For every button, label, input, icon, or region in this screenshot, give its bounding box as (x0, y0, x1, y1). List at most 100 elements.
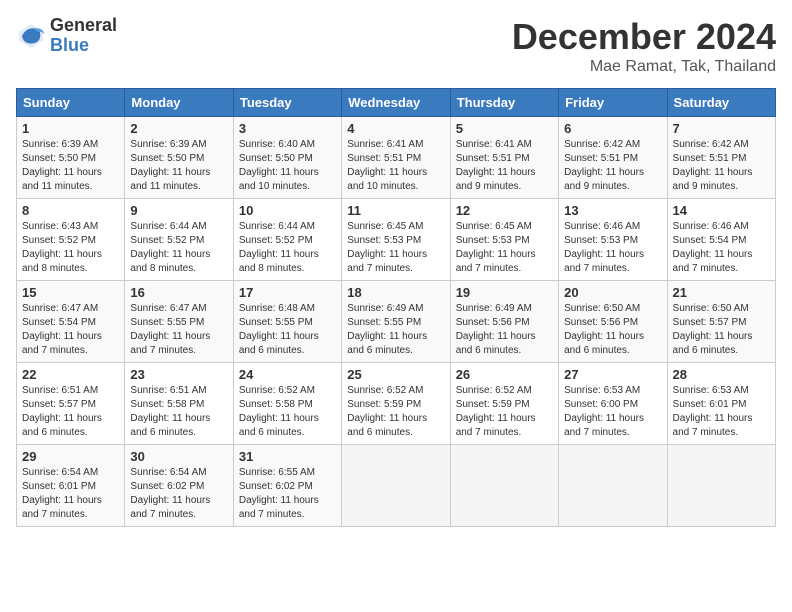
day-info: Sunrise: 6:39 AMSunset: 5:50 PMDaylight:… (130, 139, 210, 192)
day-header-friday: Friday (559, 89, 667, 117)
calendar-cell: 6 Sunrise: 6:42 AMSunset: 5:51 PMDaylight… (559, 117, 667, 199)
day-info: Sunrise: 6:54 AMSunset: 6:01 PMDaylight:… (22, 467, 102, 520)
day-number: 8 (22, 203, 119, 218)
calendar-cell: 29 Sunrise: 6:54 AMSunset: 6:01 PMDayligh… (17, 445, 125, 527)
calendar-header-row: SundayMondayTuesdayWednesdayThursdayFrid… (17, 89, 776, 117)
calendar-cell: 14 Sunrise: 6:46 AMSunset: 5:54 PMDayligh… (667, 199, 775, 281)
day-number: 21 (673, 285, 770, 300)
day-number: 30 (130, 449, 227, 464)
calendar-week-1: 1 Sunrise: 6:39 AMSunset: 5:50 PMDaylight… (17, 117, 776, 199)
day-info: Sunrise: 6:42 AMSunset: 5:51 PMDaylight:… (564, 139, 644, 192)
day-info: Sunrise: 6:46 AMSunset: 5:53 PMDaylight:… (564, 221, 644, 274)
calendar-cell: 18Sunrise: 6:49 AMSunset: 5:55 PMDayligh… (342, 281, 450, 363)
day-number: 5 (456, 121, 553, 136)
logo: General Blue (16, 16, 117, 56)
day-number: 17 (239, 285, 336, 300)
day-number: 25 (347, 367, 444, 382)
calendar-cell: 8Sunrise: 6:43 AMSunset: 5:52 PMDaylight… (17, 199, 125, 281)
calendar-week-2: 8Sunrise: 6:43 AMSunset: 5:52 PMDaylight… (17, 199, 776, 281)
day-info: Sunrise: 6:52 AMSunset: 5:58 PMDaylight:… (239, 385, 319, 438)
day-number: 31 (239, 449, 336, 464)
calendar-cell: 31Sunrise: 6:55 AMSunset: 6:02 PMDayligh… (233, 445, 341, 527)
day-number: 29 (22, 449, 119, 464)
day-number: 18 (347, 285, 444, 300)
day-header-saturday: Saturday (667, 89, 775, 117)
calendar-cell: 20 Sunrise: 6:50 AMSunset: 5:56 PMDayligh… (559, 281, 667, 363)
day-info: Sunrise: 6:47 AMSunset: 5:54 PMDaylight:… (22, 303, 102, 356)
day-number: 16 (130, 285, 227, 300)
day-info: Sunrise: 6:52 AMSunset: 5:59 PMDaylight:… (456, 385, 536, 438)
logo-text: General Blue (50, 16, 117, 56)
day-number: 26 (456, 367, 553, 382)
calendar-cell: 19Sunrise: 6:49 AMSunset: 5:56 PMDayligh… (450, 281, 558, 363)
day-number: 1 (22, 121, 119, 136)
calendar-cell: 28 Sunrise: 6:53 AMSunset: 6:01 PMDayligh… (667, 363, 775, 445)
calendar-week-3: 15 Sunrise: 6:47 AMSunset: 5:54 PMDayligh… (17, 281, 776, 363)
calendar-cell: 4 Sunrise: 6:41 AMSunset: 5:51 PMDaylight… (342, 117, 450, 199)
day-number: 11 (347, 203, 444, 218)
calendar-cell (342, 445, 450, 527)
day-info: Sunrise: 6:52 AMSunset: 5:59 PMDaylight:… (347, 385, 427, 438)
day-header-wednesday: Wednesday (342, 89, 450, 117)
calendar-cell: 22 Sunrise: 6:51 AMSunset: 5:57 PMDayligh… (17, 363, 125, 445)
day-number: 7 (673, 121, 770, 136)
calendar-cell: 2 Sunrise: 6:39 AMSunset: 5:50 PMDaylight… (125, 117, 233, 199)
calendar-cell: 30Sunrise: 6:54 AMSunset: 6:02 PMDayligh… (125, 445, 233, 527)
day-info: Sunrise: 6:51 AMSunset: 5:58 PMDaylight:… (130, 385, 210, 438)
calendar-cell (559, 445, 667, 527)
location-title: Mae Ramat, Tak, Thailand (512, 58, 776, 76)
calendar-cell: 25 Sunrise: 6:52 AMSunset: 5:59 PMDayligh… (342, 363, 450, 445)
logo-blue: Blue (50, 36, 117, 56)
calendar-cell: 16 Sunrise: 6:47 AMSunset: 5:55 PMDayligh… (125, 281, 233, 363)
calendar-cell: 11 Sunrise: 6:45 AMSunset: 5:53 PMDayligh… (342, 199, 450, 281)
day-number: 9 (130, 203, 227, 218)
logo-general: General (50, 16, 117, 36)
page-header: General Blue December 2024 Mae Ramat, Ta… (16, 16, 776, 76)
day-number: 24 (239, 367, 336, 382)
day-number: 27 (564, 367, 661, 382)
day-number: 2 (130, 121, 227, 136)
logo-icon (16, 21, 46, 51)
day-info: Sunrise: 6:51 AMSunset: 5:57 PMDaylight:… (22, 385, 102, 438)
day-info: Sunrise: 6:39 AMSunset: 5:50 PMDaylight:… (22, 139, 102, 192)
day-info: Sunrise: 6:53 AMSunset: 6:00 PMDaylight:… (564, 385, 644, 438)
day-info: Sunrise: 6:44 AMSunset: 5:52 PMDaylight:… (130, 221, 210, 274)
day-number: 4 (347, 121, 444, 136)
calendar-cell: 26 Sunrise: 6:52 AMSunset: 5:59 PMDayligh… (450, 363, 558, 445)
day-header-tuesday: Tuesday (233, 89, 341, 117)
calendar-cell: 27 Sunrise: 6:53 AMSunset: 6:00 PMDayligh… (559, 363, 667, 445)
day-info: Sunrise: 6:45 AMSunset: 5:53 PMDaylight:… (456, 221, 536, 274)
day-info: Sunrise: 6:49 AMSunset: 5:56 PMDaylight:… (456, 303, 536, 356)
calendar-cell: 21Sunrise: 6:50 AMSunset: 5:57 PMDayligh… (667, 281, 775, 363)
day-info: Sunrise: 6:53 AMSunset: 6:01 PMDaylight:… (673, 385, 753, 438)
title-block: December 2024 Mae Ramat, Tak, Thailand (512, 16, 776, 76)
day-info: Sunrise: 6:41 AMSunset: 5:51 PMDaylight:… (347, 139, 427, 192)
day-info: Sunrise: 6:47 AMSunset: 5:55 PMDaylight:… (130, 303, 210, 356)
day-info: Sunrise: 6:50 AMSunset: 5:56 PMDaylight:… (564, 303, 644, 356)
day-number: 28 (673, 367, 770, 382)
day-number: 13 (564, 203, 661, 218)
calendar-cell: 9 Sunrise: 6:44 AMSunset: 5:52 PMDaylight… (125, 199, 233, 281)
calendar-week-5: 29 Sunrise: 6:54 AMSunset: 6:01 PMDayligh… (17, 445, 776, 527)
day-info: Sunrise: 6:45 AMSunset: 5:53 PMDaylight:… (347, 221, 427, 274)
calendar-cell: 10Sunrise: 6:44 AMSunset: 5:52 PMDayligh… (233, 199, 341, 281)
calendar-cell: 15 Sunrise: 6:47 AMSunset: 5:54 PMDayligh… (17, 281, 125, 363)
day-number: 22 (22, 367, 119, 382)
day-header-thursday: Thursday (450, 89, 558, 117)
day-header-sunday: Sunday (17, 89, 125, 117)
day-number: 20 (564, 285, 661, 300)
day-number: 6 (564, 121, 661, 136)
calendar-cell: 24 Sunrise: 6:52 AMSunset: 5:58 PMDayligh… (233, 363, 341, 445)
day-info: Sunrise: 6:46 AMSunset: 5:54 PMDaylight:… (673, 221, 753, 274)
calendar-cell: 17Sunrise: 6:48 AMSunset: 5:55 PMDayligh… (233, 281, 341, 363)
day-number: 12 (456, 203, 553, 218)
day-number: 15 (22, 285, 119, 300)
calendar-table: SundayMondayTuesdayWednesdayThursdayFrid… (16, 88, 776, 527)
calendar-cell: 3Sunrise: 6:40 AMSunset: 5:50 PMDaylight… (233, 117, 341, 199)
day-number: 14 (673, 203, 770, 218)
day-number: 3 (239, 121, 336, 136)
day-info: Sunrise: 6:42 AMSunset: 5:51 PMDaylight:… (673, 139, 753, 192)
day-number: 23 (130, 367, 227, 382)
day-number: 10 (239, 203, 336, 218)
calendar-cell: 23 Sunrise: 6:51 AMSunset: 5:58 PMDayligh… (125, 363, 233, 445)
